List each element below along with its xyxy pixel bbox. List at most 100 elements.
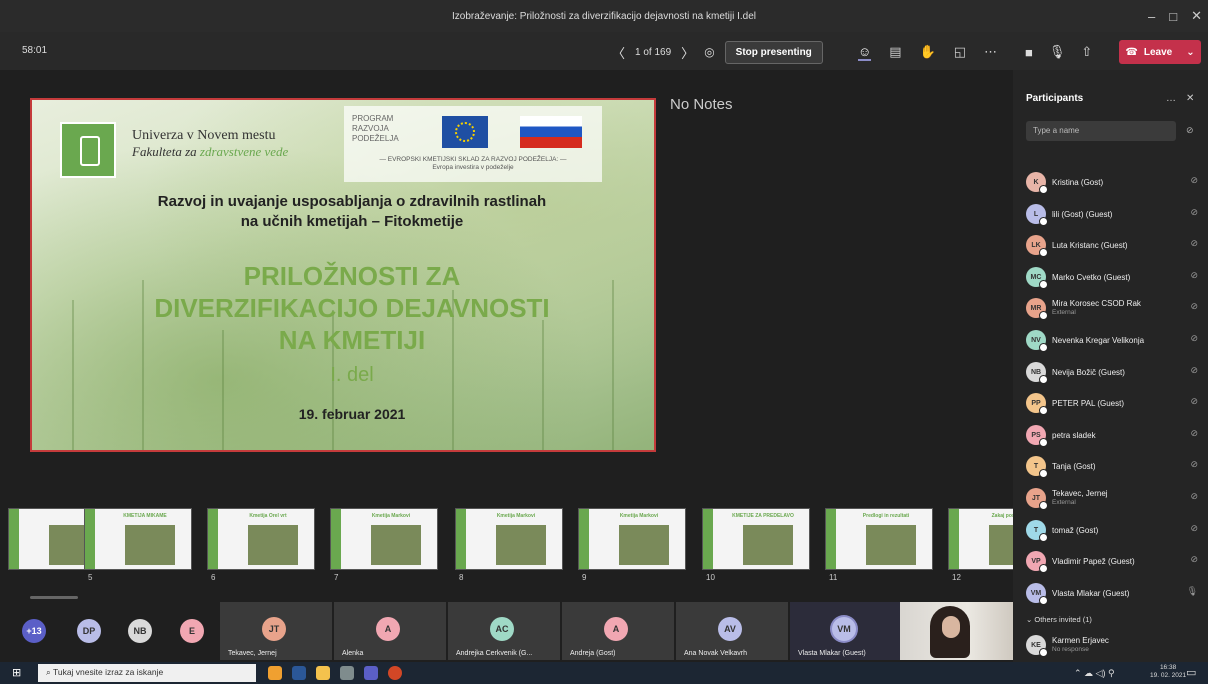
eafrd-text: — EVROPSKI KMETIJSKI SKLAD ZA RAZVOJ POD… xyxy=(379,156,567,171)
participant-name: Tanja (Gost) xyxy=(1052,461,1096,471)
participant-row[interactable]: MR Mira Korosec CSOD Rak External ⊘ xyxy=(1026,293,1202,323)
close-window-button[interactable]: ✕ xyxy=(1191,8,1202,24)
microphone-icon[interactable]: 🎙 xyxy=(1049,44,1066,60)
taskbar-search-input[interactable]: ⌕ Tukaj vnesite izraz za iskanje xyxy=(38,664,256,682)
next-slide-button[interactable]: 〉 xyxy=(681,43,694,62)
search-icon: ⌕ xyxy=(46,667,53,677)
more-options-icon[interactable]: ⋯ xyxy=(984,44,997,60)
minimize-button[interactable]: – xyxy=(1148,9,1155,24)
participant-name: lili (Gost) (Guest) xyxy=(1052,209,1113,219)
participant-row[interactable]: PP PETER PAL (Guest) ⊘ xyxy=(1026,388,1202,418)
tile-name: Ana Novak Velkavrh xyxy=(684,650,748,657)
thumbnail-accent xyxy=(208,509,218,569)
participant-avatar: JT xyxy=(1026,488,1048,510)
others-invited-header[interactable]: ⌄ Others invited (1) xyxy=(1026,615,1092,624)
word-icon[interactable] xyxy=(292,666,306,680)
window-title-bar: Izobraževanje: Priložnosti za diverzifik… xyxy=(0,0,1208,32)
muted-mic-icon: ⊘ xyxy=(1190,523,1198,533)
app-icon[interactable] xyxy=(340,666,354,680)
participant-name-block: Mira Korosec CSOD Rak External xyxy=(1052,299,1182,317)
previous-slide-button[interactable]: 〈 xyxy=(612,43,625,62)
tile-avatar: A xyxy=(604,617,628,641)
stop-presenting-button[interactable]: Stop presenting xyxy=(724,40,823,64)
teams-icon[interactable] xyxy=(364,666,378,680)
thumbnail-title: Predlogi in rezultati xyxy=(862,513,910,519)
powerpoint-icon[interactable] xyxy=(388,666,402,680)
participant-avatar: PP xyxy=(1026,393,1048,415)
thumbnail-number: 12 xyxy=(952,573,961,582)
rooms-icon[interactable]: ◱ xyxy=(954,44,966,60)
slide-thumbnail[interactable]: Kmetija Markovi xyxy=(455,508,563,570)
invited-participant[interactable]: KE Karmen Erjavec No response xyxy=(1026,630,1202,660)
participant-name: tomaž (Gost) xyxy=(1052,525,1099,535)
gallery-avatar[interactable]: NB xyxy=(128,619,152,643)
share-link-icon[interactable]: ⊘ xyxy=(1186,125,1194,136)
slide-thumbnail[interactable]: Kmetija Markovi xyxy=(578,508,686,570)
muted-mic-icon: ⊘ xyxy=(1190,207,1198,217)
participant-status: External xyxy=(1052,309,1076,316)
maximize-button[interactable]: □ xyxy=(1169,9,1177,24)
gallery-avatar[interactable]: E xyxy=(180,619,204,643)
participant-row[interactable]: K Kristina (Gost) ⊘ xyxy=(1026,167,1202,197)
gallery-avatar[interactable]: DP xyxy=(77,619,101,643)
system-tray[interactable]: ⌃ ☁ ◁) ⚲ xyxy=(1074,668,1115,679)
slide-thumbnail[interactable]: KMETIJE ZA PREDELAVO xyxy=(702,508,810,570)
muted-mic-icon: ⊘ xyxy=(1190,175,1198,185)
participants-icon[interactable]: ☺ xyxy=(858,44,872,61)
participant-name-block: lili (Gost) (Guest) xyxy=(1052,210,1182,219)
participant-name-block: Luta Kristanc (Guest) xyxy=(1052,241,1182,250)
thumbnail-title: Kmetija Markovi xyxy=(371,513,411,519)
thumbnail-scrollbar[interactable] xyxy=(30,596,78,599)
tile-avatar: AC xyxy=(490,617,514,641)
participant-row[interactable]: NB Nevija Božič (Guest) ⊘ xyxy=(1026,357,1202,387)
leave-button[interactable]: ☎ Leave ⌄ xyxy=(1119,40,1201,64)
participant-name: Nevenka Kregar Velikonja xyxy=(1052,335,1145,345)
camera-icon[interactable]: ■ xyxy=(1025,45,1033,60)
participant-avatar: L xyxy=(1026,204,1048,226)
participant-name-block: Vladimir Papež (Guest) xyxy=(1052,557,1182,566)
eye-icon[interactable]: ◎ xyxy=(704,45,714,59)
chat-icon[interactable]: ▤ xyxy=(889,44,901,60)
tile-avatar: VM xyxy=(832,617,856,641)
participant-search-input[interactable]: Type a name xyxy=(1026,121,1176,141)
participant-row[interactable]: VP Vladimir Papež (Guest) ⊘ xyxy=(1026,546,1202,576)
participant-name: Vladimir Papež (Guest) xyxy=(1052,556,1135,566)
participant-row[interactable]: Llili (Gost) (Guest) ⊘ xyxy=(1026,199,1202,229)
close-icon[interactable]: ✕ xyxy=(1186,93,1194,104)
participant-row[interactable]: Ttomaž (Gost) ⊘ xyxy=(1026,515,1202,545)
participant-name-block: Tekavec, Jernej External xyxy=(1052,489,1182,507)
thumbnail-number: 5 xyxy=(88,573,93,582)
participant-name-block: tomaž (Gost) xyxy=(1052,526,1182,535)
participant-avatar: PS xyxy=(1026,425,1048,447)
participant-row[interactable]: JT Tekavec, Jernej External ⊘ xyxy=(1026,483,1202,513)
participant-row[interactable]: T Tanja (Gost) ⊘ xyxy=(1026,451,1202,481)
participant-row[interactable]: LK Luta Kristanc (Guest) ⊘ xyxy=(1026,230,1202,260)
faculty-name: Fakulteta za zdravstvene vede xyxy=(132,144,289,159)
more-icon[interactable]: … xyxy=(1166,93,1176,104)
chevron-down-icon[interactable]: ⌄ xyxy=(1186,47,1194,58)
muted-mic-icon: ⊘ xyxy=(1190,333,1198,343)
share-tray-icon[interactable]: ⇧ xyxy=(1081,44,1092,60)
participant-row[interactable]: VM Vlasta Mlakar (Guest) 🎙 xyxy=(1026,578,1202,608)
slide-thumbnail[interactable]: Kmetija Markovi xyxy=(330,508,438,570)
notifications-icon[interactable]: ▭ xyxy=(1186,666,1196,679)
presentation-slide: Univerza v Novem mestu Fakulteta za zdra… xyxy=(30,98,656,452)
slide-date: 19. februar 2021 xyxy=(298,406,406,422)
overflow-avatar[interactable]: +13 xyxy=(22,619,46,643)
file-explorer-icon[interactable] xyxy=(316,666,330,680)
muted-mic-icon: ⊘ xyxy=(1190,270,1198,280)
participants-controls: … ✕ xyxy=(1166,93,1194,104)
participant-name-block: Kristina (Gost) xyxy=(1052,178,1182,187)
participant-row[interactable]: MC Marko Cvetko (Guest) ⊘ xyxy=(1026,262,1202,292)
participant-row[interactable]: PS petra sladek ⊘ xyxy=(1026,420,1202,450)
reactions-icon[interactable]: ✋ xyxy=(920,44,936,60)
slide-thumbnail[interactable]: Kmetija Orel vrt xyxy=(207,508,315,570)
participant-row[interactable]: NV Nevenka Kregar Velikonja ⊘ xyxy=(1026,325,1202,355)
slide-thumbnail[interactable]: KMETIJA MIKAME xyxy=(84,508,192,570)
windows-start-icon[interactable]: ⊞ xyxy=(12,666,26,680)
slide-thumbnail[interactable]: Predlogi in rezultati xyxy=(825,508,933,570)
taskbar-clock[interactable]: 16:38 19. 02. 2021 xyxy=(1150,664,1186,680)
chrome-icon[interactable] xyxy=(268,666,282,680)
muted-mic-icon: ⊘ xyxy=(1190,301,1198,311)
participant-name: Vlasta Mlakar (Guest) xyxy=(1052,588,1130,598)
